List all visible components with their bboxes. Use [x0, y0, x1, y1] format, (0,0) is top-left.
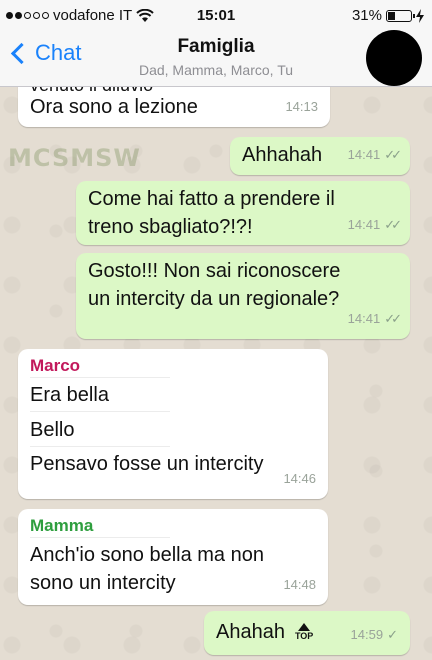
message-bubble-incoming[interactable]: venuto il diluvio Ora sono a lezione 14:… — [18, 87, 330, 127]
message-time: 14:41 ✓✓ — [347, 211, 402, 239]
message-time: 14:13 — [285, 93, 318, 121]
battery-fill — [388, 11, 395, 20]
message-line: un intercity da un regionale? — [88, 288, 340, 310]
timestamp: 14:13 — [285, 99, 318, 114]
battery-percent: 31% — [351, 7, 382, 24]
timestamp: 14:41 — [347, 217, 381, 232]
message-text: Era bella — [30, 384, 109, 406]
divider — [30, 411, 170, 412]
read-ticks-icon: ✓✓ — [384, 311, 402, 326]
divider — [30, 537, 170, 538]
message-text: Ahahah TOP — [216, 618, 313, 646]
message-line: Anch'io sono bella ma non — [30, 544, 264, 566]
top-emoji-icon: TOP — [295, 623, 313, 641]
message-line: Come hai fatto a prendere il — [88, 188, 335, 210]
message-line: treno sbagliato?!?! — [88, 216, 253, 238]
message-line: Ahahah — [216, 621, 285, 643]
read-ticks-icon: ✓✓ — [384, 217, 402, 232]
message-bubble-outgoing[interactable]: Ahhahah 14:41 ✓✓ — [230, 137, 410, 175]
message-text: Ahhahah — [242, 144, 323, 166]
battery-nub — [413, 13, 415, 18]
message-text: Come hai fatto a prendere il treno sbagl… — [88, 185, 335, 241]
sender-name-marco: Marco — [30, 356, 81, 375]
message-bubble-outgoing[interactable]: Gosto!!! Non sai riconoscere un intercit… — [76, 253, 410, 339]
message-text: Anch'io sono bella ma non sono un interc… — [30, 541, 264, 597]
message-bubble-outgoing[interactable]: Ahahah TOP 14:59 ✓ — [204, 611, 410, 655]
divider — [30, 446, 170, 447]
battery-group: 31% — [352, 7, 424, 24]
message-line: sono un intercity — [30, 572, 176, 594]
charging-bolt-icon — [416, 8, 424, 23]
chat-header: Chat Famiglia Dad, Mamma, Marco, Tu — [0, 30, 432, 87]
group-avatar[interactable] — [366, 30, 422, 86]
top-label: TOP — [294, 631, 314, 641]
battery-icon — [386, 9, 415, 22]
message-time: 14:41 ✓✓ — [347, 141, 402, 169]
divider — [30, 377, 170, 378]
message-line: Gosto!!! Non sai riconoscere — [88, 260, 341, 282]
status-bar: vodafone IT 15:01 31% — [0, 0, 432, 30]
timestamp: 14:41 — [347, 147, 381, 162]
message-list[interactable]: venuto il diluvio Ora sono a lezione 14:… — [0, 87, 432, 660]
sender-name-mamma: Mamma — [30, 516, 94, 535]
timestamp: 14:46 — [283, 471, 316, 486]
delivered-tick-icon: ✓ — [387, 627, 398, 642]
message-time: 14:41 ✓✓ — [347, 305, 402, 333]
watermark-logo: MCSMSW — [8, 144, 141, 172]
timestamp: 14:41 — [347, 311, 381, 326]
message-time: 14:48 — [283, 571, 316, 599]
message-bubble-incoming[interactable]: Marco Era bella Bello Pensavo fosse un i… — [18, 349, 328, 499]
up-arrow-icon — [298, 623, 311, 631]
message-text: Bello — [30, 419, 75, 441]
timestamp: 14:48 — [283, 577, 316, 592]
message-time: 14:46 — [283, 465, 316, 493]
timestamp: 14:59 — [350, 627, 384, 642]
message-text: Ora sono a lezione — [30, 96, 198, 118]
message-text: Pensavo fosse un intercity — [30, 453, 264, 475]
message-bubble-outgoing[interactable]: Come hai fatto a prendere il treno sbagl… — [76, 181, 410, 245]
message-bubble-incoming[interactable]: Mamma Anch'io sono bella ma non sono un … — [18, 509, 328, 605]
message-text: Gosto!!! Non sai riconoscere un intercit… — [88, 257, 340, 313]
message-time: 14:59 ✓ — [351, 621, 398, 649]
read-ticks-icon: ✓✓ — [384, 147, 402, 162]
